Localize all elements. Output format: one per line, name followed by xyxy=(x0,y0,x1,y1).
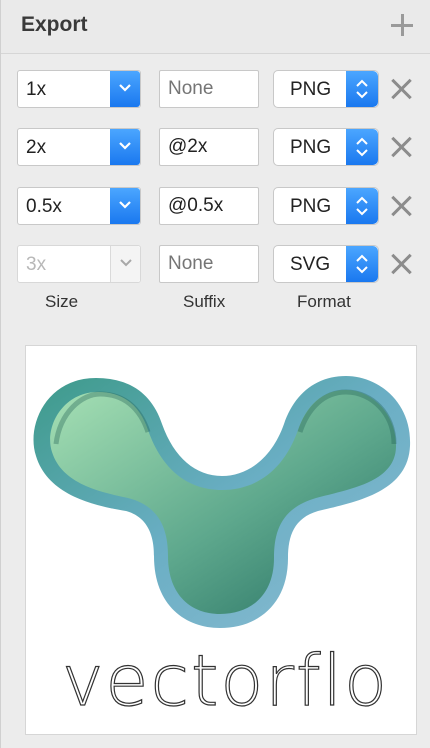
suffix-input[interactable] xyxy=(159,128,259,166)
export-row: 2x PNG xyxy=(1,128,430,168)
suffix-column-label: Suffix xyxy=(183,292,226,311)
size-column-label: Size xyxy=(45,292,79,311)
size-value: 2x xyxy=(26,137,47,158)
size-select[interactable]: 1x xyxy=(17,70,141,108)
suffix-input[interactable] xyxy=(159,70,259,108)
updown-chevron-icon[interactable] xyxy=(346,246,378,282)
export-header: Export xyxy=(1,0,430,54)
size-select[interactable]: 2x xyxy=(17,128,141,166)
size-value: 0.5x xyxy=(26,196,62,217)
remove-export-button[interactable] xyxy=(391,253,413,275)
format-select[interactable]: PNG xyxy=(273,187,379,225)
format-value: PNG xyxy=(290,79,332,100)
updown-chevron-icon[interactable] xyxy=(346,188,378,224)
export-panel: Export 1x PNG 2x PNG xyxy=(0,0,430,748)
format-column-label: Format xyxy=(297,292,351,311)
format-value: SVG xyxy=(290,254,331,275)
remove-export-button[interactable] xyxy=(391,78,413,100)
chevron-down-icon[interactable] xyxy=(110,246,140,282)
chevron-down-icon[interactable] xyxy=(110,188,140,224)
size-value: 3x xyxy=(26,254,47,275)
size-select[interactable]: 3x xyxy=(17,245,141,283)
updown-chevron-icon[interactable] xyxy=(346,129,378,165)
chevron-down-icon[interactable] xyxy=(110,129,140,165)
export-row: 3x SVG xyxy=(1,245,430,285)
chevron-down-icon[interactable] xyxy=(110,71,140,107)
suffix-input[interactable] xyxy=(159,245,259,283)
size-select[interactable]: 0.5x xyxy=(17,187,141,225)
vectorflo-logo-icon xyxy=(33,376,411,628)
updown-chevron-icon[interactable] xyxy=(346,71,378,107)
format-select[interactable]: SVG xyxy=(273,245,379,283)
format-select[interactable]: PNG xyxy=(273,70,379,108)
export-row: 1x PNG xyxy=(1,70,430,110)
suffix-input[interactable] xyxy=(159,187,259,225)
panel-title: Export xyxy=(21,13,88,36)
add-export-button[interactable] xyxy=(387,10,417,40)
format-select[interactable]: PNG xyxy=(273,128,379,166)
remove-export-button[interactable] xyxy=(391,195,413,217)
remove-export-button[interactable] xyxy=(391,136,413,158)
export-preview: vectorflo xyxy=(25,345,417,735)
size-value: 1x xyxy=(26,79,47,100)
export-row: 0.5x PNG xyxy=(1,187,430,227)
format-value: PNG xyxy=(290,196,332,217)
format-value: PNG xyxy=(290,137,332,158)
logo-wordmark: vectorflo xyxy=(61,639,389,722)
